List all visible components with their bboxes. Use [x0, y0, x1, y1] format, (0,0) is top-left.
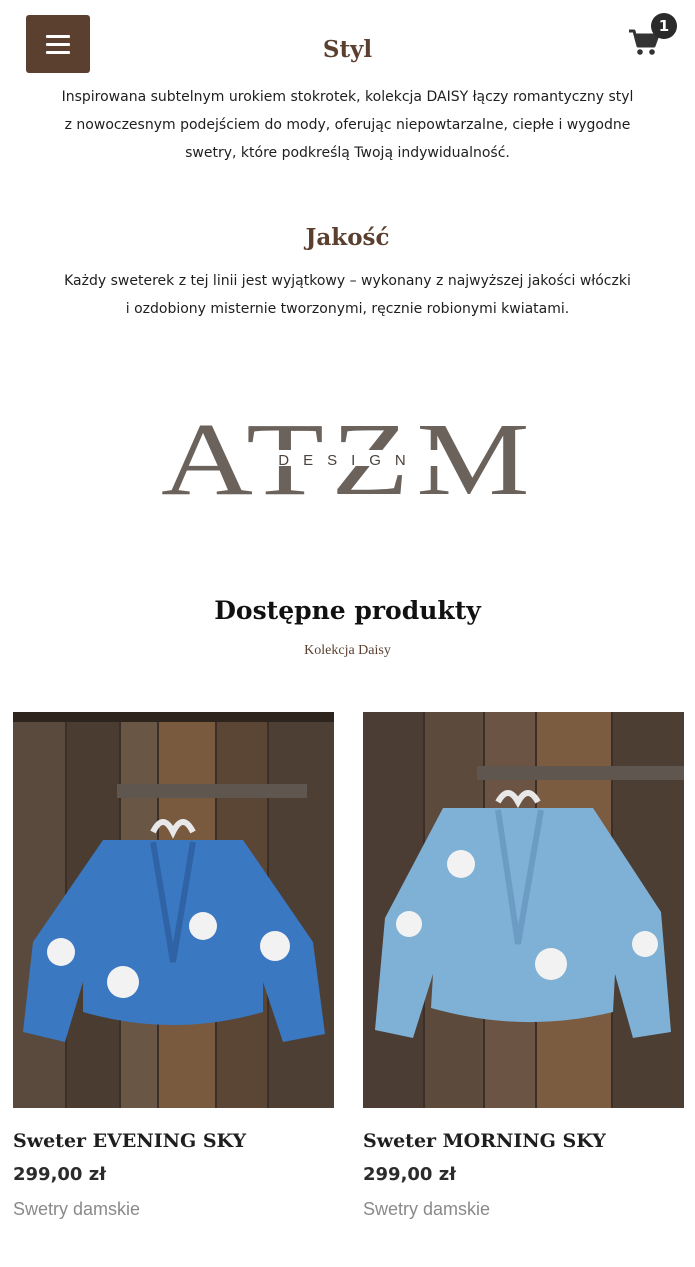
product-card[interactable]: Sweter MORNING SKY 299,00 zł Swetry dams… [363, 712, 684, 1220]
product-category-link[interactable]: Swetry damskie [363, 1199, 684, 1220]
product-image-morning-sky[interactable] [363, 712, 684, 1108]
products-subtitle: Kolekcja Daisy [304, 643, 391, 658]
styl-description: Inspirowana subtelnym urokiem stokrotek,… [61, 89, 634, 161]
product-image-evening-sky[interactable] [13, 712, 334, 1108]
jakosc-heading: Jakość [305, 224, 390, 251]
product-price: 299,00 zł [13, 1164, 106, 1185]
jakosc-description: Każdy sweterek z tej linii jest wyjątkow… [64, 273, 631, 317]
atzm-design-logo: ATZM DESIGN [161, 410, 531, 500]
styl-heading: Styl [322, 36, 373, 63]
product-name[interactable]: Sweter MORNING SKY [363, 1130, 684, 1152]
product-card[interactable]: Sweter EVENING SKY 299,00 zł Swetry dams… [13, 712, 334, 1220]
product-price: 299,00 zł [363, 1164, 456, 1185]
products-heading: Dostępne produkty [214, 596, 481, 625]
product-category-link[interactable]: Swetry damskie [13, 1199, 334, 1220]
product-name[interactable]: Sweter EVENING SKY [13, 1130, 334, 1152]
logo-sub-text: DESIGN [278, 452, 420, 469]
